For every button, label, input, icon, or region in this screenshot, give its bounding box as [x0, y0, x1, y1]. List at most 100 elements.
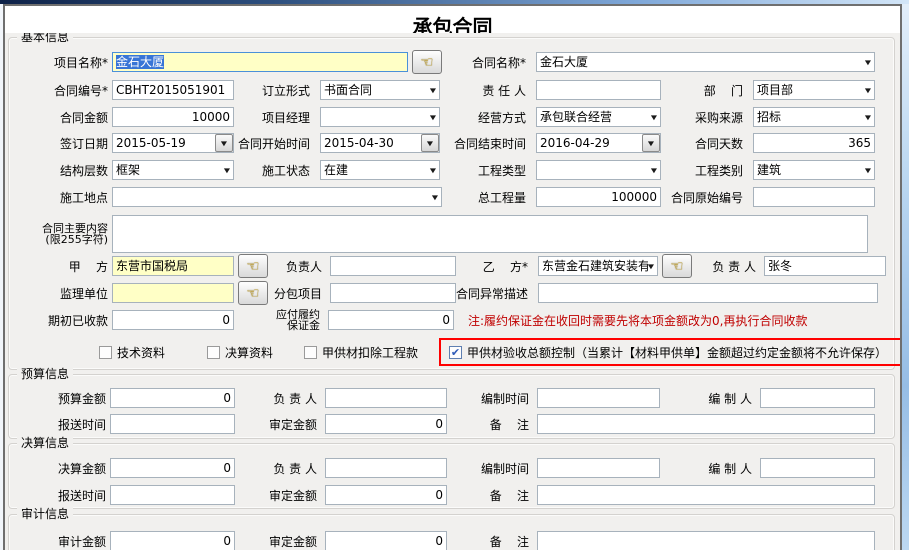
form-type-select[interactable]: 书面合同 ▼	[320, 80, 440, 100]
project-name-picker-button[interactable]: ☜	[412, 50, 442, 74]
dropdown-arrow-icon: ▼	[648, 262, 654, 269]
checkbox-checked-icon: ✔	[449, 346, 462, 359]
checkbox-icon	[99, 346, 112, 359]
quantity-label: 总工程量	[442, 189, 526, 206]
initial-received-label: 期初已收款	[11, 312, 108, 329]
contract-form-window: 承包合同 基本信息 项目名称* 金石大厦 ☜ 合同名称* 金石大厦 ▼ 合同编号…	[3, 4, 902, 550]
start-date-value: 2015-04-30	[324, 134, 421, 152]
party-a-head-input[interactable]	[330, 256, 456, 276]
checkbox-tech-docs[interactable]: 技术资料	[99, 344, 165, 360]
department-value: 项目部	[757, 81, 865, 99]
final-head-input[interactable]	[325, 458, 447, 478]
start-date-picker[interactable]: 2015-04-30 ▼	[320, 133, 440, 153]
dropdown-arrow-icon: ▼	[651, 166, 657, 173]
group-basic-info-legend: 基本信息	[17, 33, 73, 44]
end-date-dropdown-button[interactable]: ▼	[642, 134, 660, 152]
abnormal-input[interactable]	[538, 283, 878, 303]
row-location: 施工地点 ▼ 总工程量 100000 合同原始编号	[11, 187, 892, 207]
contract-name-select[interactable]: 金石大厦 ▼	[536, 52, 875, 72]
checkbox-deduct-material-label: 甲供材扣除工程款	[322, 344, 418, 361]
row-contract-amount: 合同金额 10000 项目经理 ▼ 经营方式 承包联合经营 ▼ 采购来源 招标 …	[11, 107, 892, 127]
checkbox-deduct-material[interactable]: 甲供材扣除工程款	[304, 344, 418, 360]
dropdown-arrow-icon: ▼	[651, 113, 657, 120]
final-compiler-input[interactable]	[760, 458, 875, 478]
audit-amount-input[interactable]: 0	[110, 531, 235, 550]
party-a-label: 甲 方	[11, 258, 108, 275]
location-select[interactable]: ▼	[112, 187, 442, 207]
party-a-picker-button[interactable]: ☜	[238, 254, 268, 278]
dropdown-arrow-icon: ▼	[221, 139, 227, 146]
status-select[interactable]: 在建 ▼	[320, 160, 440, 180]
party-b-picker-button[interactable]: ☜	[662, 254, 692, 278]
responsible-input[interactable]	[536, 80, 661, 100]
amount-input[interactable]: 10000	[112, 107, 234, 127]
final-amount-input[interactable]: 0	[110, 458, 235, 478]
status-label: 施工状态	[234, 162, 310, 179]
contract-no-input[interactable]: CBHT2015051901	[112, 80, 234, 100]
mode-value: 承包联合经营	[540, 108, 651, 126]
days-label: 合同天数	[661, 135, 743, 152]
checkbox-material-total-control[interactable]: ✔ 甲供材验收总额控制（当累计【材料甲供单】金额超过约定金额将不允许保存）	[449, 344, 887, 360]
quantity-input[interactable]: 100000	[536, 187, 661, 207]
mode-label: 经营方式	[440, 109, 526, 126]
orig-no-input[interactable]	[753, 187, 875, 207]
eng-class-select[interactable]: 建筑 ▼	[753, 160, 875, 180]
checkbox-final-docs[interactable]: 决算资料	[207, 344, 273, 360]
budget-remark-input[interactable]	[537, 414, 875, 434]
supervisor-picker-button[interactable]: ☜	[238, 281, 268, 305]
row-structure: 结构层数 框架 ▼ 施工状态 在建 ▼ 工程类型 ▼ 工程类别 建筑	[11, 160, 892, 180]
budget-approved-input[interactable]: 0	[325, 414, 447, 434]
budget-compile-time-input[interactable]	[537, 388, 660, 408]
mode-select[interactable]: 承包联合经营 ▼	[536, 107, 661, 127]
final-submit-time-input[interactable]	[110, 485, 235, 505]
project-manager-select[interactable]: ▼	[320, 107, 440, 127]
party-b-head-input[interactable]: 张冬	[764, 256, 886, 276]
final-head-label: 负 责 人	[235, 460, 317, 477]
final-approved-input[interactable]: 0	[325, 485, 447, 505]
budget-amount-input[interactable]: 0	[110, 388, 235, 408]
sign-date-picker[interactable]: 2015-05-19 ▼	[112, 133, 234, 153]
group-final-info-legend: 决算信息	[17, 436, 73, 450]
budget-remark-label: 备 注	[447, 416, 529, 433]
deposit-note: 注:履约保证金在收回时需要先将本项金额改为0,再执行合同收款	[468, 312, 808, 329]
subproject-input[interactable]	[330, 283, 456, 303]
row-party-a: 甲 方 东营市国税局 ☜ 负责人 乙 方* 东营金石建筑安装有 ▼ ☜ 负 责 …	[11, 256, 892, 276]
content-textarea[interactable]	[112, 215, 868, 253]
audit-approved-input[interactable]: 0	[325, 531, 447, 550]
dropdown-arrow-icon: ▼	[430, 86, 436, 93]
budget-submit-time-input[interactable]	[110, 414, 235, 434]
final-remark-input[interactable]	[537, 485, 875, 505]
party-a-input[interactable]: 东营市国税局	[112, 256, 234, 276]
structure-select[interactable]: 框架 ▼	[112, 160, 234, 180]
budget-submit-time-label: 报送时间	[11, 416, 106, 433]
checkbox-tech-docs-label: 技术资料	[117, 344, 165, 361]
final-compile-time-input[interactable]	[537, 458, 660, 478]
structure-label: 结构层数	[11, 162, 108, 179]
form-type-label: 订立形式	[234, 82, 310, 99]
days-input[interactable]: 365	[753, 133, 875, 153]
initial-received-input[interactable]: 0	[112, 310, 234, 330]
source-select[interactable]: 招标 ▼	[753, 107, 875, 127]
project-name-input[interactable]: 金石大厦	[112, 52, 408, 72]
dropdown-arrow-icon: ▼	[648, 139, 654, 146]
amount-label: 合同金额	[11, 109, 108, 126]
deposit-input[interactable]: 0	[328, 310, 454, 330]
contract-no-label: 合同编号*	[11, 82, 108, 99]
sign-date-dropdown-button[interactable]: ▼	[215, 134, 233, 152]
eng-type-select[interactable]: ▼	[536, 160, 661, 180]
sign-date-value: 2015-05-19	[116, 134, 215, 152]
budget-compiler-input[interactable]	[760, 388, 875, 408]
final-amount-label: 决算金额	[11, 460, 106, 477]
budget-compiler-label: 编 制 人	[660, 390, 752, 407]
orig-no-label: 合同原始编号	[661, 189, 743, 206]
audit-remark-input[interactable]	[537, 531, 875, 550]
budget-head-input[interactable]	[325, 388, 447, 408]
audit-approved-label: 审定金额	[235, 533, 317, 550]
end-date-picker[interactable]: 2016-04-29 ▼	[536, 133, 661, 153]
party-b-select[interactable]: 东营金石建筑安装有 ▼	[538, 256, 658, 276]
start-date-dropdown-button[interactable]: ▼	[421, 134, 439, 152]
supervisor-input[interactable]	[112, 283, 234, 303]
department-select[interactable]: 项目部 ▼	[753, 80, 875, 100]
eng-type-label: 工程类型	[440, 162, 526, 179]
window-border-right	[902, 4, 909, 550]
